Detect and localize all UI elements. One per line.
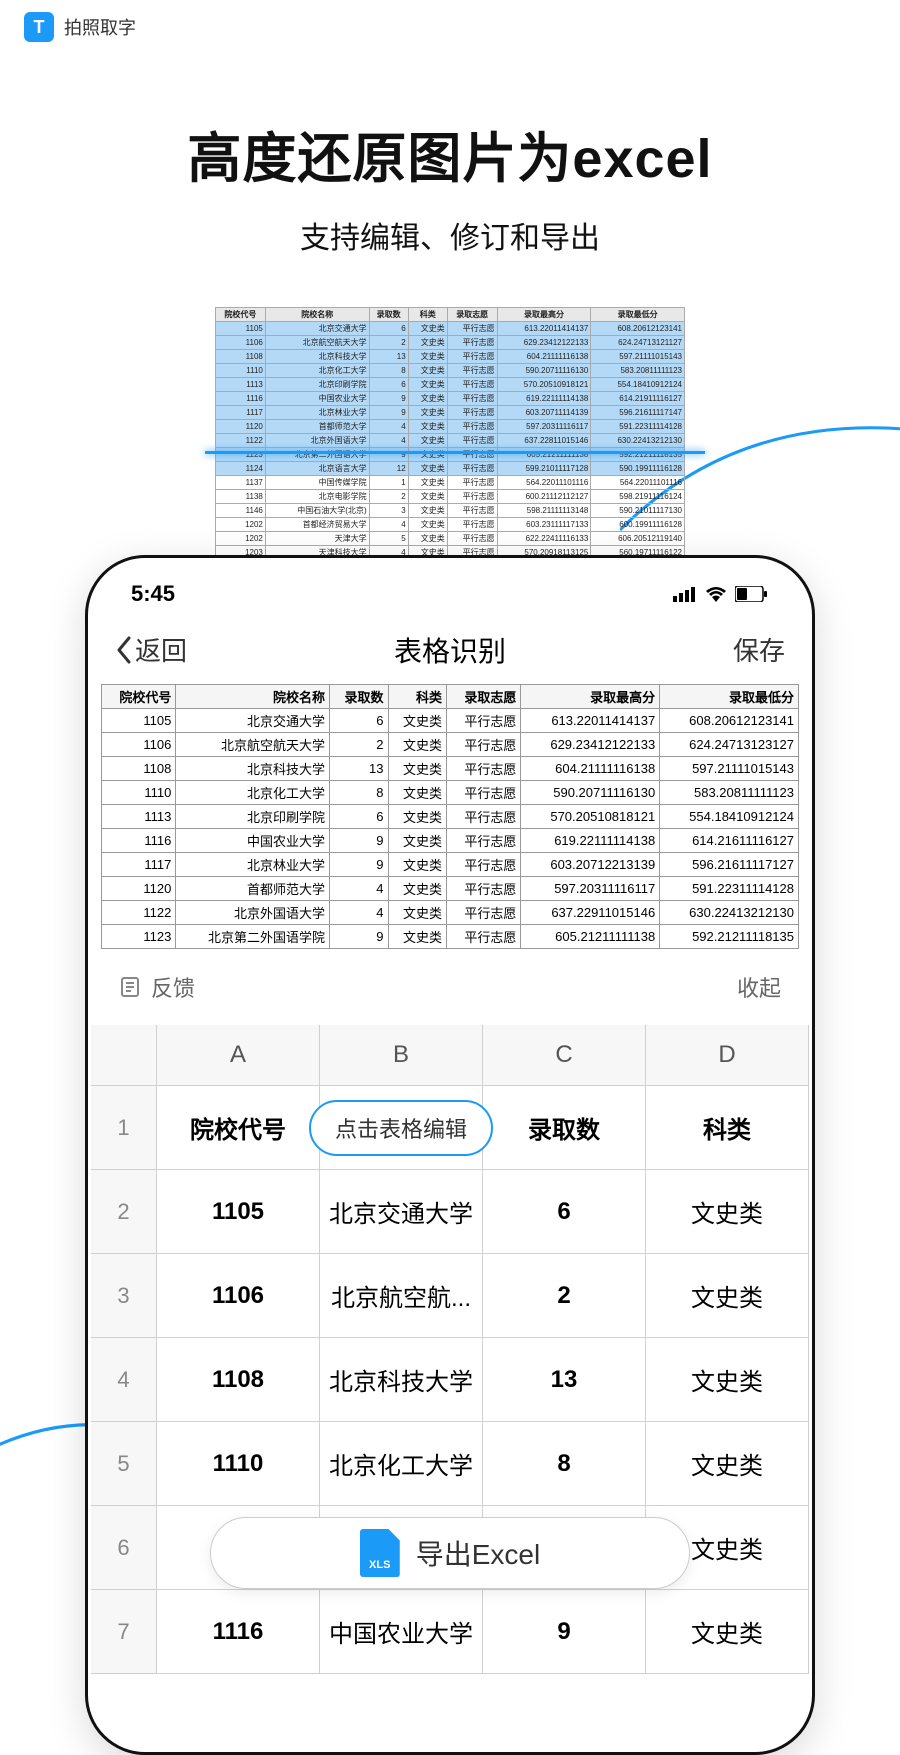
export-label: 导出Excel xyxy=(416,1533,540,1573)
app-name: 拍照取字 xyxy=(64,14,136,40)
xls-file-icon: XLS xyxy=(360,1529,400,1577)
grid-cell[interactable]: 1108 xyxy=(157,1338,320,1422)
chevron-left-icon xyxy=(115,636,133,664)
recognized-table-preview: 院校代号院校名称录取数科类录取志愿录取最高分录取最低分1105北京交通大学6文史… xyxy=(91,684,809,949)
tool-row: 反馈 收起 xyxy=(91,949,809,1025)
nav-title: 表格识别 xyxy=(394,630,506,670)
grid-cell[interactable]: 文史类 xyxy=(646,1254,809,1338)
grid-cell[interactable]: 8 xyxy=(483,1422,646,1506)
scan-line xyxy=(205,451,705,454)
battery-icon xyxy=(735,586,769,602)
save-button[interactable]: 保存 xyxy=(733,631,785,668)
hero-title: 高度还原图片为excel xyxy=(0,114,900,193)
grid-cell[interactable]: 北京交通大学 xyxy=(320,1170,483,1254)
phone-mockup: 5:45 返回 表格识别 保存 院校代号院校名称录取数科类录取志愿录取最高分录取… xyxy=(85,555,815,1755)
row-header[interactable]: 2 xyxy=(91,1170,157,1254)
grid-cell[interactable]: 6 xyxy=(483,1170,646,1254)
status-bar: 5:45 xyxy=(91,561,809,617)
row-header[interactable]: 1 xyxy=(91,1086,157,1170)
feedback-label: 反馈 xyxy=(151,971,195,1003)
back-label: 返回 xyxy=(135,631,187,668)
col-header[interactable]: A xyxy=(157,1025,320,1086)
signal-icon xyxy=(673,586,697,602)
row-header[interactable]: 5 xyxy=(91,1422,157,1506)
hero-subtitle: 支持编辑、修订和导出 xyxy=(0,213,900,257)
back-button[interactable]: 返回 xyxy=(115,631,187,668)
nav-bar: 返回 表格识别 保存 xyxy=(91,617,809,684)
page-header: T 拍照取字 xyxy=(0,0,900,54)
grid-corner xyxy=(91,1025,157,1086)
grid-cell[interactable]: 文史类 xyxy=(646,1590,809,1674)
grid-cell[interactable]: 文史类 xyxy=(646,1338,809,1422)
edit-hint-bubble[interactable]: 点击表格编辑 xyxy=(309,1100,493,1156)
grid-cell[interactable]: 13 xyxy=(483,1338,646,1422)
app-icon: T xyxy=(24,12,54,42)
feedback-button[interactable]: 反馈 xyxy=(119,971,195,1003)
grid-cell[interactable]: 科类 xyxy=(646,1086,809,1170)
scan-preview: 院校代号院校名称录取数科类录取志愿录取最高分录取最低分1105北京交通大学6文史… xyxy=(215,307,685,574)
grid-cell[interactable]: 北京航空航... xyxy=(320,1254,483,1338)
grid-cell[interactable]: 9 xyxy=(483,1590,646,1674)
grid-cell[interactable]: 北京科技大学 xyxy=(320,1338,483,1422)
row-header[interactable]: 6 xyxy=(91,1506,157,1590)
grid-cell[interactable]: 1106 xyxy=(157,1254,320,1338)
grid-cell[interactable]: 点击表格编辑 xyxy=(320,1086,483,1170)
feedback-icon xyxy=(119,976,141,998)
col-header[interactable]: B xyxy=(320,1025,483,1086)
row-header[interactable]: 3 xyxy=(91,1254,157,1338)
wifi-icon xyxy=(705,586,727,602)
status-time: 5:45 xyxy=(131,581,175,607)
grid-cell[interactable]: 文史类 xyxy=(646,1170,809,1254)
grid-cell[interactable]: 院校代号 xyxy=(157,1086,320,1170)
col-header[interactable]: C xyxy=(483,1025,646,1086)
grid-cell[interactable]: 中国农业大学 xyxy=(320,1590,483,1674)
grid-cell[interactable]: 1105 xyxy=(157,1170,320,1254)
row-header[interactable]: 7 xyxy=(91,1590,157,1674)
grid-cell[interactable]: 2 xyxy=(483,1254,646,1338)
grid-cell[interactable]: 文史类 xyxy=(646,1422,809,1506)
grid-cell[interactable]: 北京化工大学 xyxy=(320,1422,483,1506)
grid-cell[interactable]: 1116 xyxy=(157,1590,320,1674)
grid-cell[interactable]: 录取数 xyxy=(483,1086,646,1170)
collapse-button[interactable]: 收起 xyxy=(737,971,781,1003)
row-header[interactable]: 4 xyxy=(91,1338,157,1422)
hero: 高度还原图片为excel 支持编辑、修订和导出 xyxy=(0,114,900,257)
col-header[interactable]: D xyxy=(646,1025,809,1086)
export-excel-button[interactable]: XLS 导出Excel xyxy=(210,1517,690,1589)
grid-cell[interactable]: 1110 xyxy=(157,1422,320,1506)
